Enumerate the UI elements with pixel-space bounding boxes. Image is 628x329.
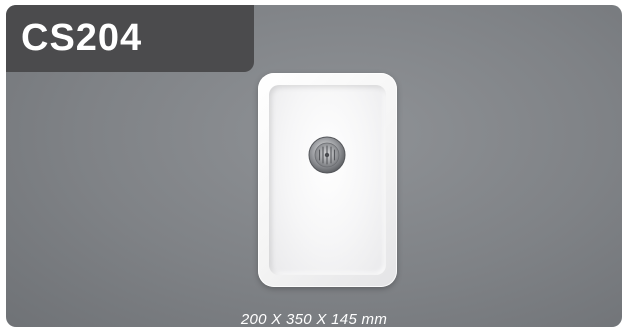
sink-icon xyxy=(258,73,397,287)
dimensions-caption: 200 X 350 X 145 mm xyxy=(240,311,388,327)
drain-icon xyxy=(308,136,346,174)
model-tab: CS204 xyxy=(6,5,254,72)
sink-basin xyxy=(269,85,386,275)
model-label: CS204 xyxy=(21,17,143,59)
product-card: CS204 200 X 350 X 145 mm xyxy=(6,5,622,327)
